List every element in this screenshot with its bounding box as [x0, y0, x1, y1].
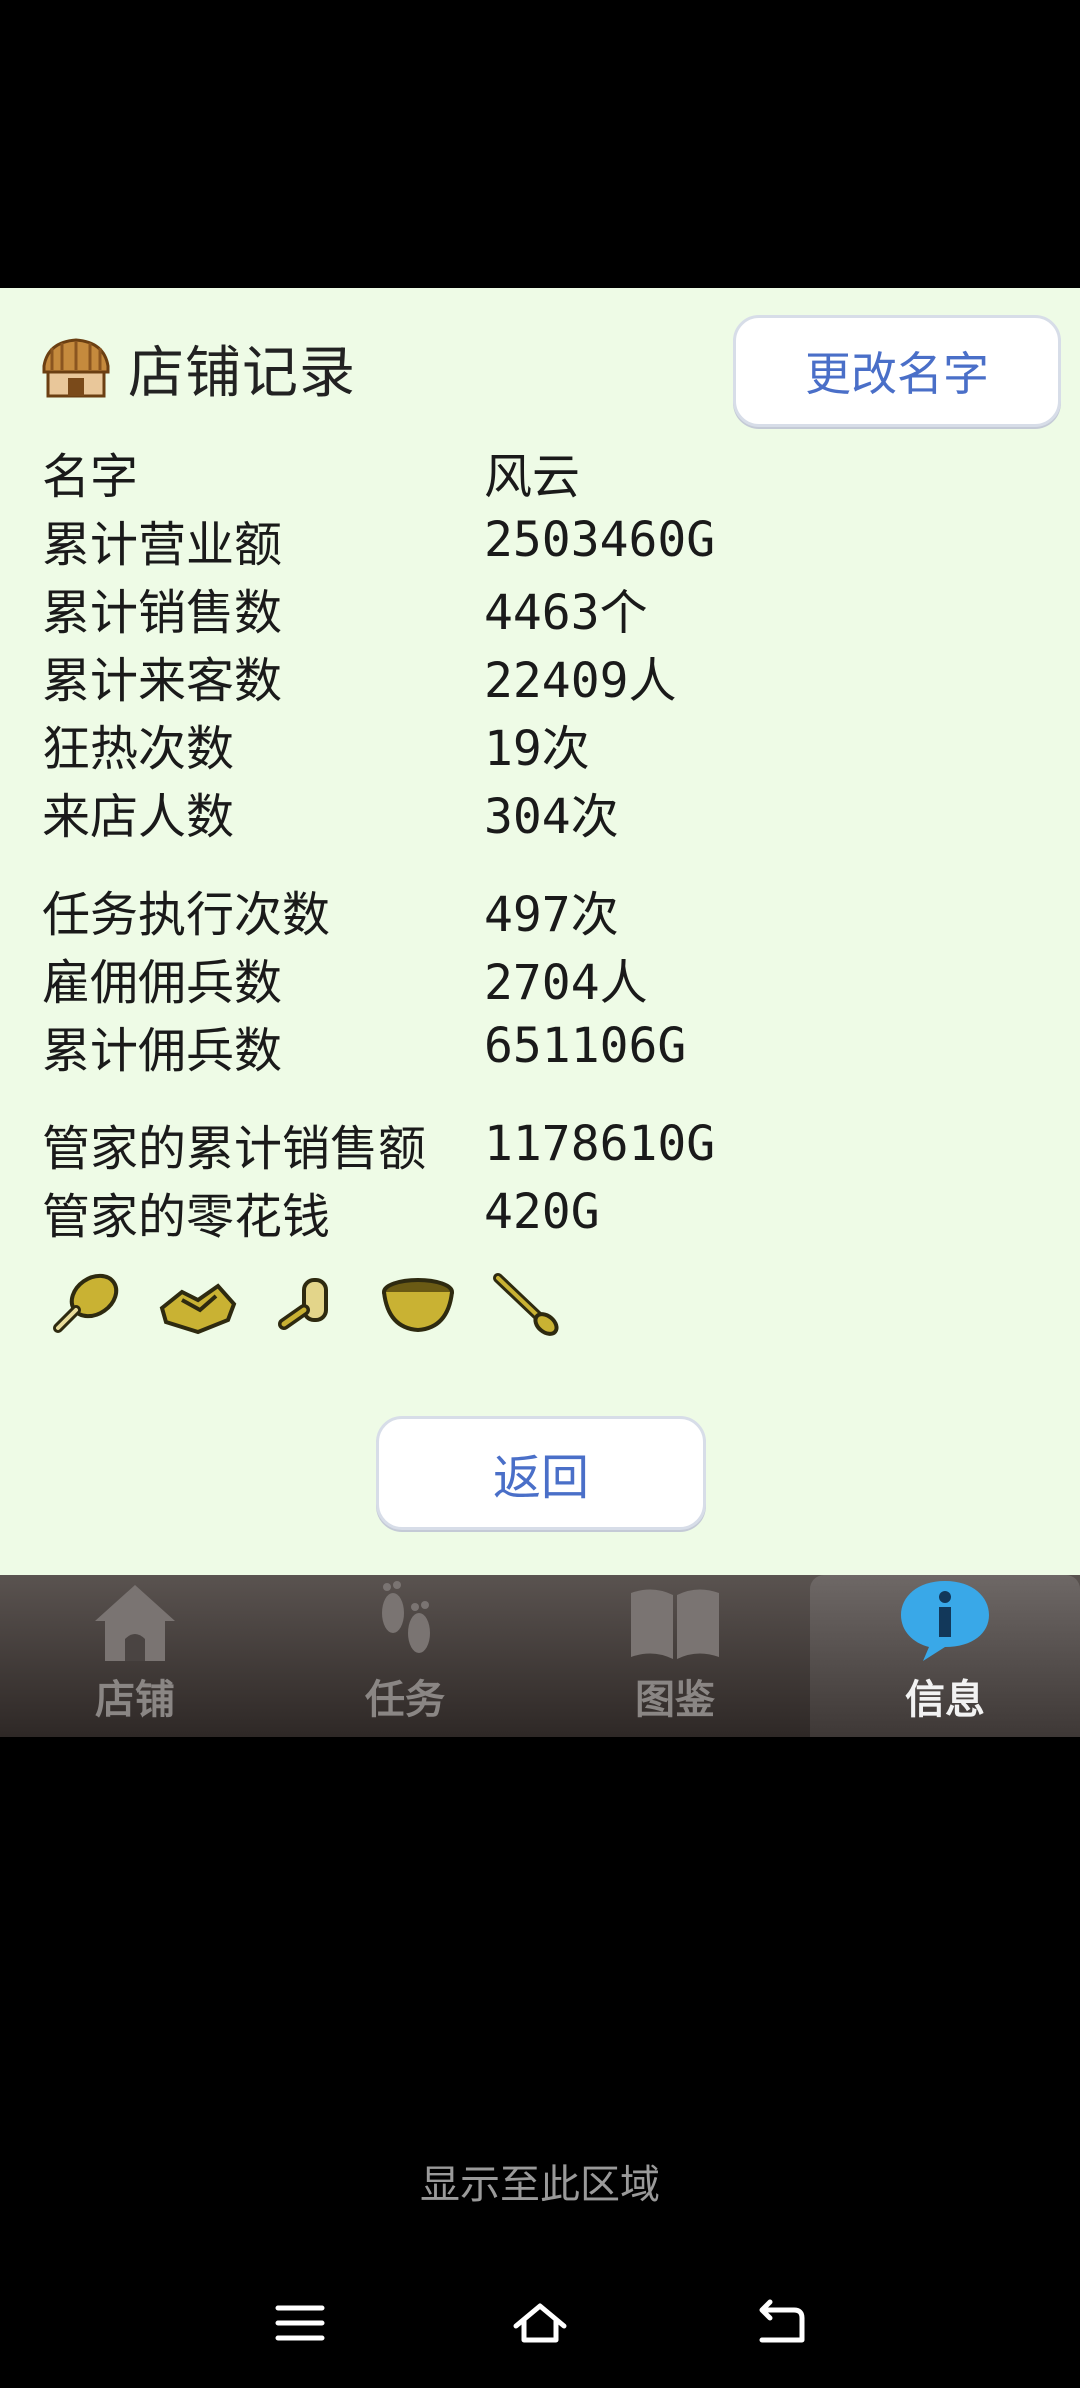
tab-quest[interactable]: 任务 [270, 1575, 540, 1737]
stat-label: 累计来客数 [42, 653, 283, 709]
stat-row: 名字 风云 [42, 438, 715, 506]
bone-icon [278, 1278, 328, 1330]
home-icon[interactable] [510, 2298, 570, 2348]
stats-group: 任务执行次数 497次雇佣佣兵数 2704人累计佣兵数 651106G [42, 876, 715, 1080]
stat-label: 任务执行次数 [42, 887, 331, 943]
stat-row: 累计来客数 22409人 [42, 642, 715, 710]
tab-info[interactable]: 信息 [810, 1575, 1080, 1737]
shoe-icon [159, 1283, 237, 1335]
book-icon [631, 1589, 719, 1659]
shop-icon [42, 338, 110, 398]
tab-shop[interactable]: 店铺 [0, 1575, 270, 1737]
stat-row: 管家的零花钱 420G [42, 1178, 715, 1246]
stat-value: 风云 [484, 449, 581, 505]
rename-button[interactable]: 更改名字 [733, 315, 1061, 427]
stat-value: 4463个 [484, 585, 648, 641]
tab-bar: 店铺 任务 图鉴 信息 [0, 1575, 1080, 1737]
stat-row: 管家的累计销售额 1178610G [42, 1110, 715, 1178]
stat-value: 22409人 [484, 653, 677, 709]
tab-label: 任务 [365, 1677, 445, 1723]
stat-row: 任务执行次数 497次 [42, 876, 715, 944]
tab-label: 信息 [905, 1677, 985, 1723]
stat-label: 累计佣兵数 [42, 1023, 283, 1079]
back-icon[interactable] [750, 2298, 810, 2348]
stat-row: 累计销售数 4463个 [42, 574, 715, 642]
footprints-icon [382, 1581, 430, 1653]
stats-list: 名字 风云 累计营业额 2503460G 累计销售数 4463个 累计来客数 22409人 狂热… [42, 438, 715, 1276]
stat-label: 雇佣佣兵数 [42, 955, 283, 1011]
stat-label: 管家的零花钱 [42, 1189, 331, 1245]
stat-label: 管家的累计销售额 [42, 1121, 427, 1177]
system-display-area-text: 显示至此区域 [420, 2162, 660, 2208]
item-icons [48, 1270, 568, 1340]
stat-value: 304次 [484, 789, 619, 845]
stat-row: 累计佣兵数 651106G [42, 1012, 715, 1080]
stat-label: 狂热次数 [42, 721, 235, 777]
stat-value: 2503460G [484, 512, 716, 568]
stat-row: 狂热次数 19次 [42, 710, 715, 778]
info-icon [901, 1581, 989, 1661]
stat-row: 来店人数 304次 [42, 778, 715, 846]
stat-row: 雇佣佣兵数 2704人 [42, 944, 715, 1012]
tab-label: 店铺 [95, 1677, 175, 1723]
bowl-icon [382, 1278, 454, 1333]
stat-label: 累计营业额 [42, 517, 283, 573]
tab-encyclopedia[interactable]: 图鉴 [540, 1575, 810, 1737]
shop-record-panel: 店铺记录 更改名字 名字 风云 累计营业额 2503460G 累计销售数 4463个 累计来… [0, 288, 1080, 1575]
panel-header: 店铺记录 [38, 328, 356, 408]
stat-value: 420G [484, 1184, 600, 1240]
screen: 店铺记录 更改名字 名字 风云 累计营业额 2503460G 累计销售数 4463个 累计来… [0, 0, 1080, 2388]
system-nav-bar [0, 2278, 1080, 2368]
stat-label: 来店人数 [42, 789, 235, 845]
stats-group: 管家的累计销售额 1178610G 管家的零花钱 420G [42, 1110, 715, 1246]
stat-value: 1178610G [484, 1116, 716, 1172]
menu-icon[interactable] [270, 2298, 330, 2348]
stats-group: 名字 风云 累计营业额 2503460G 累计销售数 4463个 累计来客数 22409人 狂热… [42, 438, 715, 846]
stat-label: 名字 [42, 449, 139, 505]
back-button[interactable]: 返回 [376, 1416, 706, 1530]
stat-value: 19次 [484, 721, 590, 777]
stat-value: 651106G [484, 1018, 687, 1074]
ladle-icon [493, 1273, 559, 1336]
house-icon [95, 1585, 175, 1661]
stat-label: 累计销售数 [42, 585, 283, 641]
stat-row: 累计营业额 2503460G [42, 506, 715, 574]
drumstick-icon [53, 1273, 119, 1333]
tab-label: 图鉴 [635, 1677, 715, 1723]
page-title: 店铺记录 [128, 340, 356, 406]
stat-value: 2704人 [484, 955, 648, 1011]
stat-value: 497次 [484, 887, 619, 943]
